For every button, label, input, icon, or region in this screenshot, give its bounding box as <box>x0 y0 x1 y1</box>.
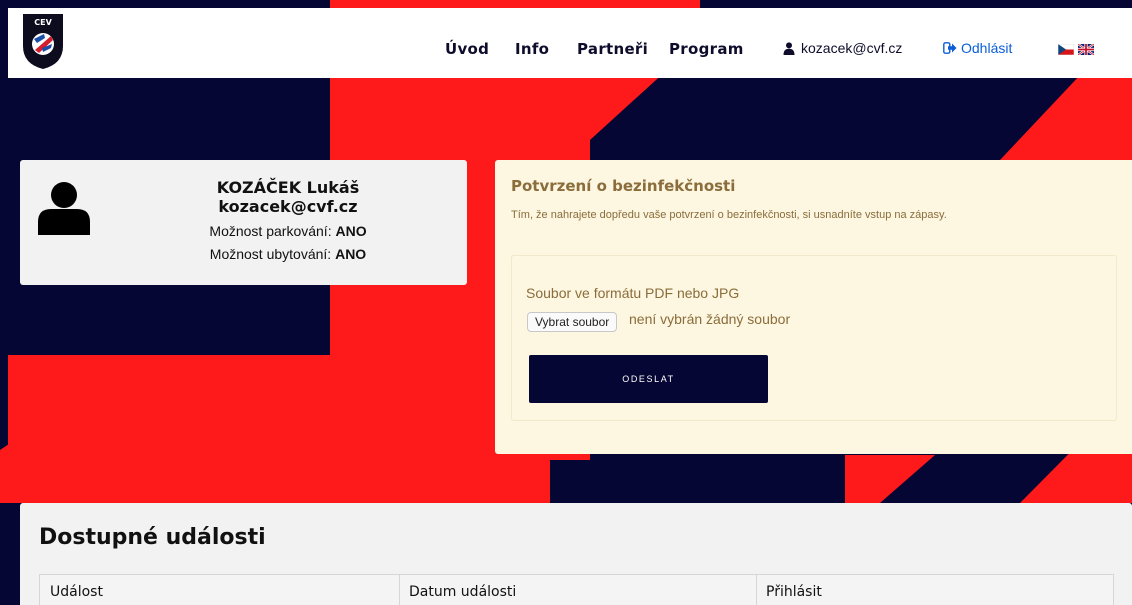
czech-flag-icon[interactable] <box>1058 44 1074 55</box>
upload-form: Soubor ve formátu PDF nebo JPG Vybrat so… <box>511 255 1117 421</box>
events-panel: Dostupné události Událost Datum události… <box>20 503 1132 605</box>
parking-info: Možnost parkování: ANO <box>158 223 418 239</box>
upload-description: Tím, že nahrajete dopředu vaše potvrzení… <box>511 209 947 221</box>
sign-out-icon <box>943 42 957 54</box>
events-table: Událost Datum události Přihlásit <box>39 574 1114 605</box>
submit-button[interactable]: ODESLAT <box>529 355 768 403</box>
profile-card: KOZÁČEK Lukáš kozacek@cvf.cz Možnost par… <box>20 160 467 285</box>
nav-partneri[interactable]: Partneři <box>577 40 648 58</box>
nav-info[interactable]: Info <box>515 40 549 58</box>
page: CEV Úvod Info Partneři Program kozacek@c… <box>0 0 1132 605</box>
lodging-label: Možnost ubytování: <box>209 246 332 262</box>
user-email: kozacek@cvf.cz <box>801 40 903 56</box>
logout-label: Odhlásit <box>961 40 1013 56</box>
upload-title: Potvrzení o bezinfekčnosti <box>511 177 736 195</box>
column-header-register: Přihlásit <box>766 584 822 600</box>
user-icon <box>783 41 795 55</box>
events-title: Dostupné události <box>39 525 266 550</box>
lodging-info: Možnost ubytování: ANO <box>158 246 418 262</box>
column-header-date: Datum události <box>409 584 517 600</box>
user-avatar-icon <box>38 182 90 235</box>
column-divider <box>756 575 757 605</box>
lodging-value: ANO <box>335 246 367 262</box>
nav-uvod[interactable]: Úvod <box>445 40 489 58</box>
choose-file-button[interactable]: Vybrat soubor <box>527 312 618 332</box>
parking-label: Možnost parkování: <box>209 223 332 239</box>
parking-value: ANO <box>335 223 367 239</box>
column-header-event: Událost <box>50 584 103 600</box>
column-divider <box>399 575 400 605</box>
health-certificate-card: Potvrzení o bezinfekčnosti Tím, že nahra… <box>495 160 1132 454</box>
nav-program[interactable]: Program <box>669 40 744 58</box>
cev-logo[interactable]: CEV <box>20 12 66 70</box>
top-navbar: CEV Úvod Info Partneři Program kozacek@c… <box>8 8 1132 78</box>
file-status-text: není vybrán žádný soubor <box>629 311 791 327</box>
profile-name: KOZÁČEK Lukáš <box>216 178 360 197</box>
svg-text:CEV: CEV <box>34 18 52 27</box>
file-field-label: Soubor ve formátu PDF nebo JPG <box>526 285 740 301</box>
uk-flag-icon[interactable] <box>1078 44 1094 55</box>
profile-email: kozacek@cvf.cz <box>218 197 358 216</box>
user-account-link[interactable]: kozacek@cvf.cz <box>783 40 902 56</box>
logout-link[interactable]: Odhlásit <box>943 40 1012 56</box>
